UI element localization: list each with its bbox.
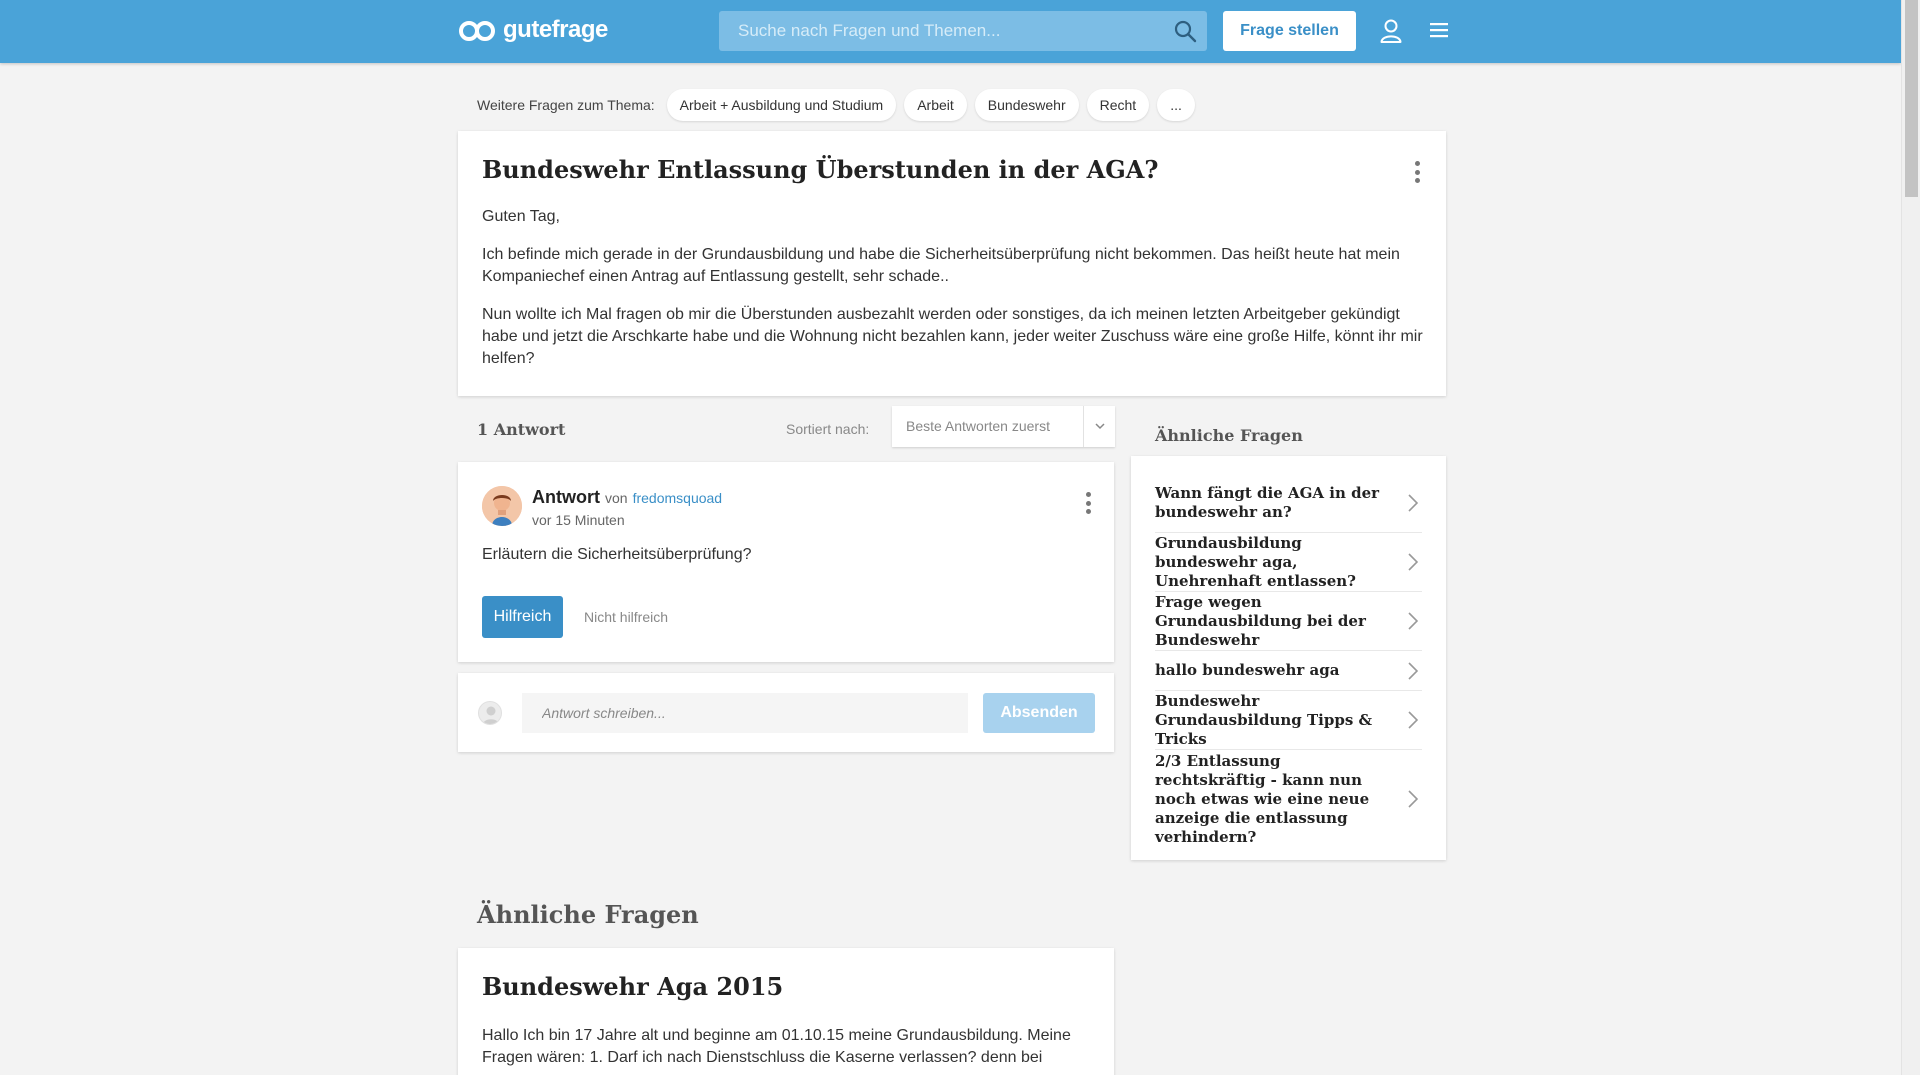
top-navigation: gutefrage Frage stellen bbox=[0, 0, 1901, 63]
search-icon[interactable] bbox=[1173, 19, 1197, 43]
search-input[interactable] bbox=[719, 11, 1207, 51]
topic-chip[interactable]: Recht bbox=[1086, 89, 1150, 121]
sidebar-question-label: 2/3 Entlassung rechtskräftig - kann nun … bbox=[1155, 751, 1370, 846]
more-topics-chip[interactable]: ... bbox=[1157, 89, 1195, 121]
topic-chip[interactable]: Bundeswehr bbox=[974, 89, 1079, 121]
sidebar-question-item[interactable]: Wann fängt die AGA in der bundeswehr an? bbox=[1155, 474, 1422, 533]
chevron-right-icon bbox=[1408, 711, 1418, 729]
sidebar-question-item[interactable]: Frage wegen Grundausbildung bei der Bund… bbox=[1155, 592, 1422, 651]
chevron-right-icon bbox=[1408, 790, 1418, 808]
scrollbar-thumb[interactable] bbox=[1905, 0, 1918, 197]
sort-selected-value: Beste Antworten zuerst bbox=[906, 418, 1050, 434]
sidebar-similar-questions: Wann fängt die AGA in der bundeswehr an?… bbox=[1131, 456, 1446, 860]
similar-question-text: Hallo Ich bin 17 Jahre alt und beginne a… bbox=[482, 1027, 1071, 1066]
sidebar-question-label: Grundausbildung bundeswehr aga, Unehrenh… bbox=[1155, 533, 1356, 590]
sidebar-question-label: Wann fängt die AGA in der bundeswehr an? bbox=[1155, 484, 1380, 521]
avatar[interactable] bbox=[482, 486, 522, 526]
answer-title: Antwort bbox=[532, 487, 600, 507]
topic-chip[interactable]: Arbeit bbox=[904, 89, 967, 121]
sidebar-question-label: Frage wegen Grundausbildung bei der Bund… bbox=[1155, 592, 1366, 649]
more-options-icon[interactable] bbox=[1414, 161, 1420, 183]
answer-author-link[interactable]: fredomsquoad bbox=[633, 490, 723, 506]
avatar bbox=[478, 701, 502, 725]
sort-select[interactable]: Beste Antworten zuerst bbox=[892, 406, 1115, 447]
sort-dropdown-toggle[interactable] bbox=[1083, 406, 1115, 447]
logo-text: gutefrage bbox=[503, 16, 608, 43]
answer-time: vor 15 Minuten bbox=[532, 512, 625, 528]
sidebar-question-item[interactable]: Bundeswehr Grundausbildung Tipps & Trick… bbox=[1155, 691, 1422, 750]
not-helpful-button[interactable]: Nicht hilfreich bbox=[584, 609, 668, 625]
sidebar-question-label: Bundeswehr Grundausbildung Tipps & Trick… bbox=[1155, 691, 1373, 748]
sidebar-heading: Ähnliche Fragen bbox=[1155, 426, 1303, 445]
menu-icon[interactable] bbox=[1428, 20, 1450, 40]
avatar-illustration bbox=[482, 486, 522, 526]
question-title: Bundeswehr Entlassung Überstunden in der… bbox=[482, 155, 1159, 184]
more-options-icon[interactable] bbox=[1085, 492, 1091, 514]
reply-input[interactable] bbox=[522, 693, 968, 733]
sidebar-question-item[interactable]: hallo bundeswehr aga bbox=[1155, 651, 1422, 691]
answer-von: von bbox=[605, 490, 628, 506]
question-paragraph: Nun wollte ich Mal fragen ob mir die Übe… bbox=[482, 306, 1423, 367]
logo-icon bbox=[459, 17, 497, 43]
answer-body: Erläutern die Sicherheitsüberprüfung? bbox=[482, 546, 752, 563]
sort-label: Sortiert nach: bbox=[786, 421, 870, 437]
similar-question-title[interactable]: Bundeswehr Aga 2015 bbox=[482, 972, 1090, 1001]
chevron-down-icon bbox=[1095, 423, 1105, 430]
question-card: Bundeswehr Entlassung Überstunden in der… bbox=[458, 131, 1446, 396]
reply-box: Absenden bbox=[458, 673, 1114, 752]
chevron-right-icon bbox=[1408, 612, 1418, 630]
topic-chip[interactable]: Arbeit + Ausbildung und Studium bbox=[666, 89, 897, 121]
similar-question-card[interactable]: Bundeswehr Aga 2015 Hallo Ich bin 17 Jah… bbox=[458, 948, 1114, 1075]
sidebar-question-label: hallo bundeswehr aga bbox=[1155, 661, 1340, 679]
chevron-right-icon bbox=[1408, 661, 1418, 680]
chevron-right-icon bbox=[1408, 553, 1418, 571]
topic-tags-label: Weitere Fragen zum Thema: bbox=[477, 97, 655, 113]
avatar-placeholder-icon bbox=[482, 706, 500, 724]
answer-count: 1 Antwort bbox=[477, 420, 566, 439]
search-box bbox=[719, 11, 1207, 51]
topic-tags: Weitere Fragen zum Thema: Arbeit + Ausbi… bbox=[477, 89, 1195, 121]
question-paragraph: Ich befinde mich gerade in der Grundausb… bbox=[482, 246, 1400, 285]
chevron-right-icon bbox=[1408, 494, 1418, 512]
user-icon[interactable] bbox=[1380, 19, 1402, 43]
logo-link[interactable]: gutefrage bbox=[459, 16, 608, 44]
answer-card: Antwort von fredomsquoad vor 15 Minuten … bbox=[458, 462, 1114, 662]
send-button[interactable]: Absenden bbox=[983, 693, 1095, 733]
question-paragraph: Guten Tag, bbox=[482, 208, 560, 225]
page-scrollbar[interactable] bbox=[1901, 0, 1920, 1075]
ask-question-button[interactable]: Frage stellen bbox=[1223, 11, 1356, 51]
answer-header: Antwort von fredomsquoad bbox=[532, 487, 722, 508]
similar-questions-heading: Ähnliche Fragen bbox=[477, 900, 699, 929]
sidebar-question-item[interactable]: Grundausbildung bundeswehr aga, Unehrenh… bbox=[1155, 533, 1422, 592]
sidebar-question-item[interactable]: 2/3 Entlassung rechtskräftig - kann nun … bbox=[1155, 750, 1422, 848]
helpful-button[interactable]: Hilfreich bbox=[482, 596, 563, 638]
